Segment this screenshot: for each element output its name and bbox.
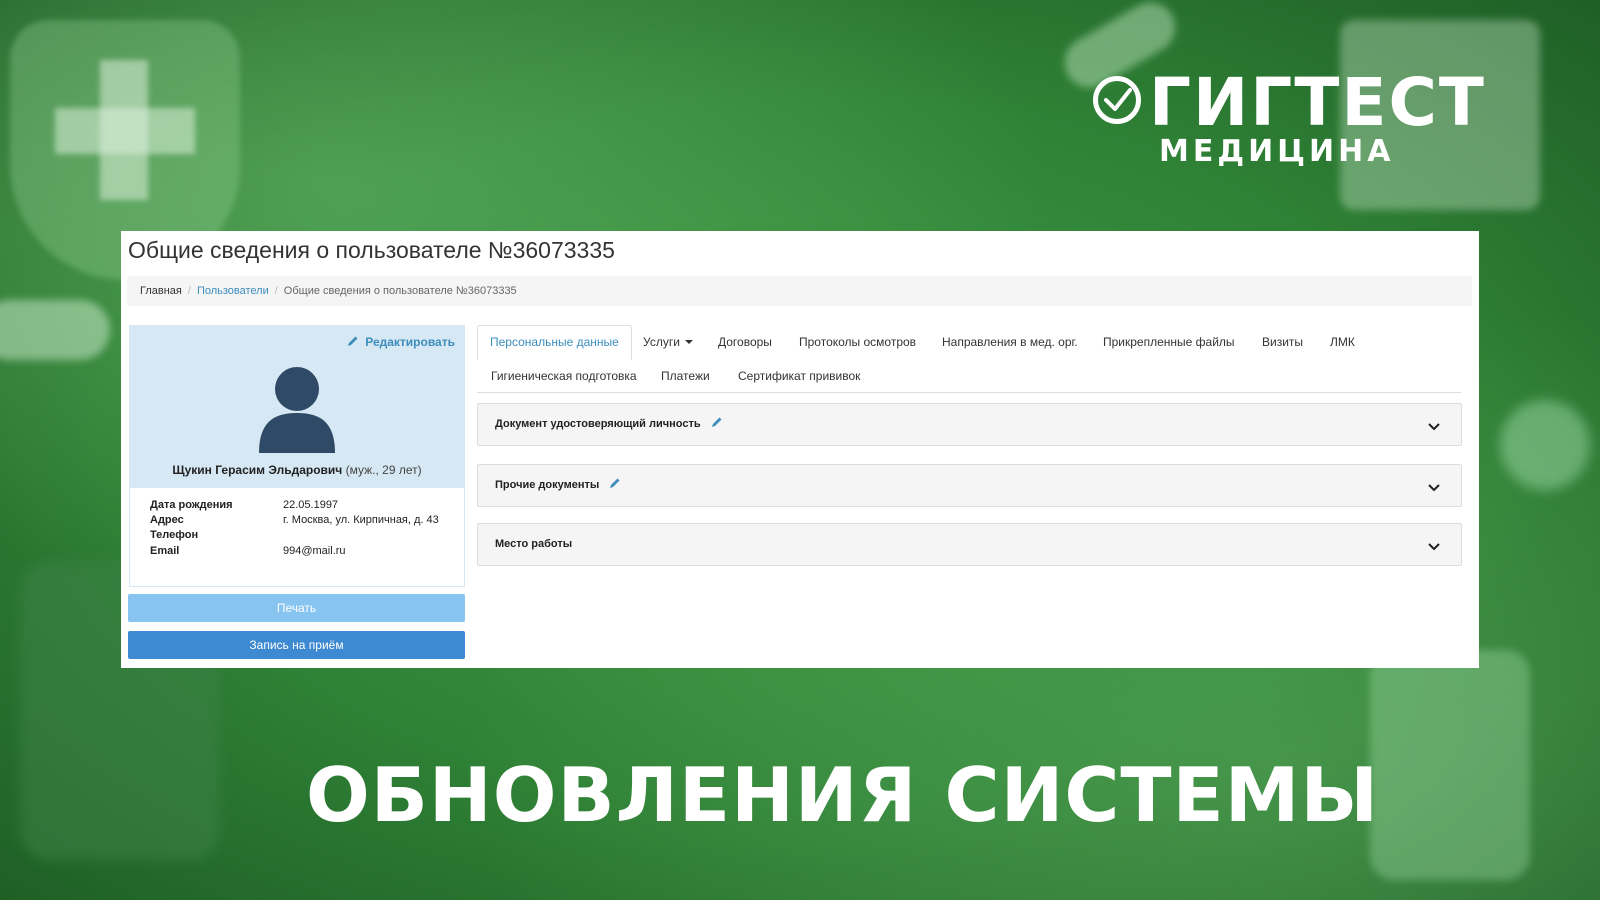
info-row-email: Email 994@mail.ru <box>150 545 346 557</box>
info-label: Email <box>150 545 180 557</box>
section-identity-document[interactable]: Документ удостоверяющий личность <box>477 403 1462 446</box>
user-profile-panel: Общие сведения о пользователе №36073335 … <box>121 231 1479 668</box>
tab-payments[interactable]: Платежи <box>661 369 710 383</box>
tab-referrals[interactable]: Направления в мед. орг. <box>942 335 1078 349</box>
info-row-phone: Телефон <box>150 529 283 541</box>
edit-profile-link[interactable]: Редактировать <box>347 335 455 350</box>
section-title-text: Место работы <box>495 538 573 550</box>
breadcrumb-separator: / <box>274 285 278 297</box>
breadcrumb-current: Общие сведения о пользователе №36073335 <box>283 285 517 297</box>
info-value: 22.05.1997 <box>283 499 339 511</box>
print-button[interactable]: Печать <box>128 594 465 622</box>
profile-tabs: Персональные данные Услуги Договоры Прот… <box>477 325 1462 389</box>
user-gender-age: (муж., 29 лет) <box>345 463 422 477</box>
section-workplace[interactable]: Место работы <box>477 523 1462 566</box>
background-bottle-right <box>1370 650 1530 880</box>
breadcrumb-users[interactable]: Пользователи <box>197 285 269 297</box>
tab-personal-data[interactable]: Персональные данные <box>477 325 632 360</box>
appointment-button[interactable]: Запись на приём <box>128 631 465 659</box>
info-label: Дата рождения <box>150 499 233 511</box>
section-title-text: Прочие документы <box>495 479 600 491</box>
tab-exam-protocols[interactable]: Протоколы осмотров <box>799 335 916 349</box>
chevron-down-icon[interactable] <box>1427 539 1441 557</box>
headline: ОБНОВЛЕНИЯ СИСТЕМЫ <box>306 751 1380 839</box>
checkmark-icon <box>1093 76 1141 124</box>
profile-info: Дата рождения 22.05.1997 Адрес г. Москва, … <box>129 488 465 587</box>
logo-subtitle: МЕДИЦИНА <box>1159 134 1395 169</box>
avatar <box>257 365 337 460</box>
tab-vaccination-certificate[interactable]: Сертификат прививок <box>738 369 860 383</box>
info-row-birthdate: Дата рождения 22.05.1997 <box>150 499 338 511</box>
section-title: Документ удостоверяющий личность <box>495 404 723 446</box>
info-label: Адрес <box>150 514 184 526</box>
caret-down-icon <box>684 340 693 344</box>
page-title: Общие сведения о пользователе №36073335 <box>128 237 615 263</box>
chevron-down-icon[interactable] <box>1427 419 1441 437</box>
breadcrumb-home[interactable]: Главная <box>140 285 182 297</box>
tab-lmk[interactable]: ЛМК <box>1330 335 1355 349</box>
user-name: Щукин Герасим Эльдарович <box>172 463 343 477</box>
tabs-divider <box>477 392 1461 393</box>
pencil-icon[interactable] <box>711 405 723 446</box>
breadcrumb: Главная / Пользователи / Общие сведения о по… <box>127 276 1472 306</box>
profile-card: Редактировать Щукин Герасим Эльдарович (… <box>129 325 465 488</box>
tab-visits[interactable]: Визиты <box>1262 335 1303 349</box>
info-value: 994@mail.ru <box>283 545 346 557</box>
breadcrumb-separator: / <box>187 285 191 297</box>
logo-title: ГИГТЕСТ <box>1149 64 1486 141</box>
section-title: Место работы <box>495 524 572 565</box>
tab-hygiene-training[interactable]: Гигиеническая подготовка <box>491 369 637 383</box>
background-cross-horizontal <box>55 108 195 154</box>
section-title-text: Документ удостоверяющий личность <box>495 418 701 430</box>
pencil-icon <box>347 335 359 350</box>
info-label: Телефон <box>150 529 199 541</box>
background-orb <box>1500 400 1590 490</box>
user-full-name: Щукин Герасим Эльдарович (муж., 29 лет) <box>129 463 465 477</box>
tab-contracts[interactable]: Договоры <box>718 335 772 349</box>
background-pill <box>0 300 110 360</box>
tab-attached-files[interactable]: Прикрепленные файлы <box>1103 335 1235 349</box>
info-value: г. Москва, ул. Кирпичная, д. 43 <box>283 514 439 526</box>
tab-services-label: Услуги <box>643 335 680 349</box>
info-row-address: Адрес г. Москва, ул. Кирпичная, д. 43 <box>150 514 439 526</box>
section-other-documents[interactable]: Прочие документы <box>477 464 1462 507</box>
chevron-down-icon[interactable] <box>1427 480 1441 498</box>
edit-profile-label: Редактировать <box>365 335 455 349</box>
pencil-icon[interactable] <box>609 466 621 507</box>
section-title: Прочие документы <box>495 465 621 507</box>
tab-services[interactable]: Услуги <box>643 335 693 349</box>
